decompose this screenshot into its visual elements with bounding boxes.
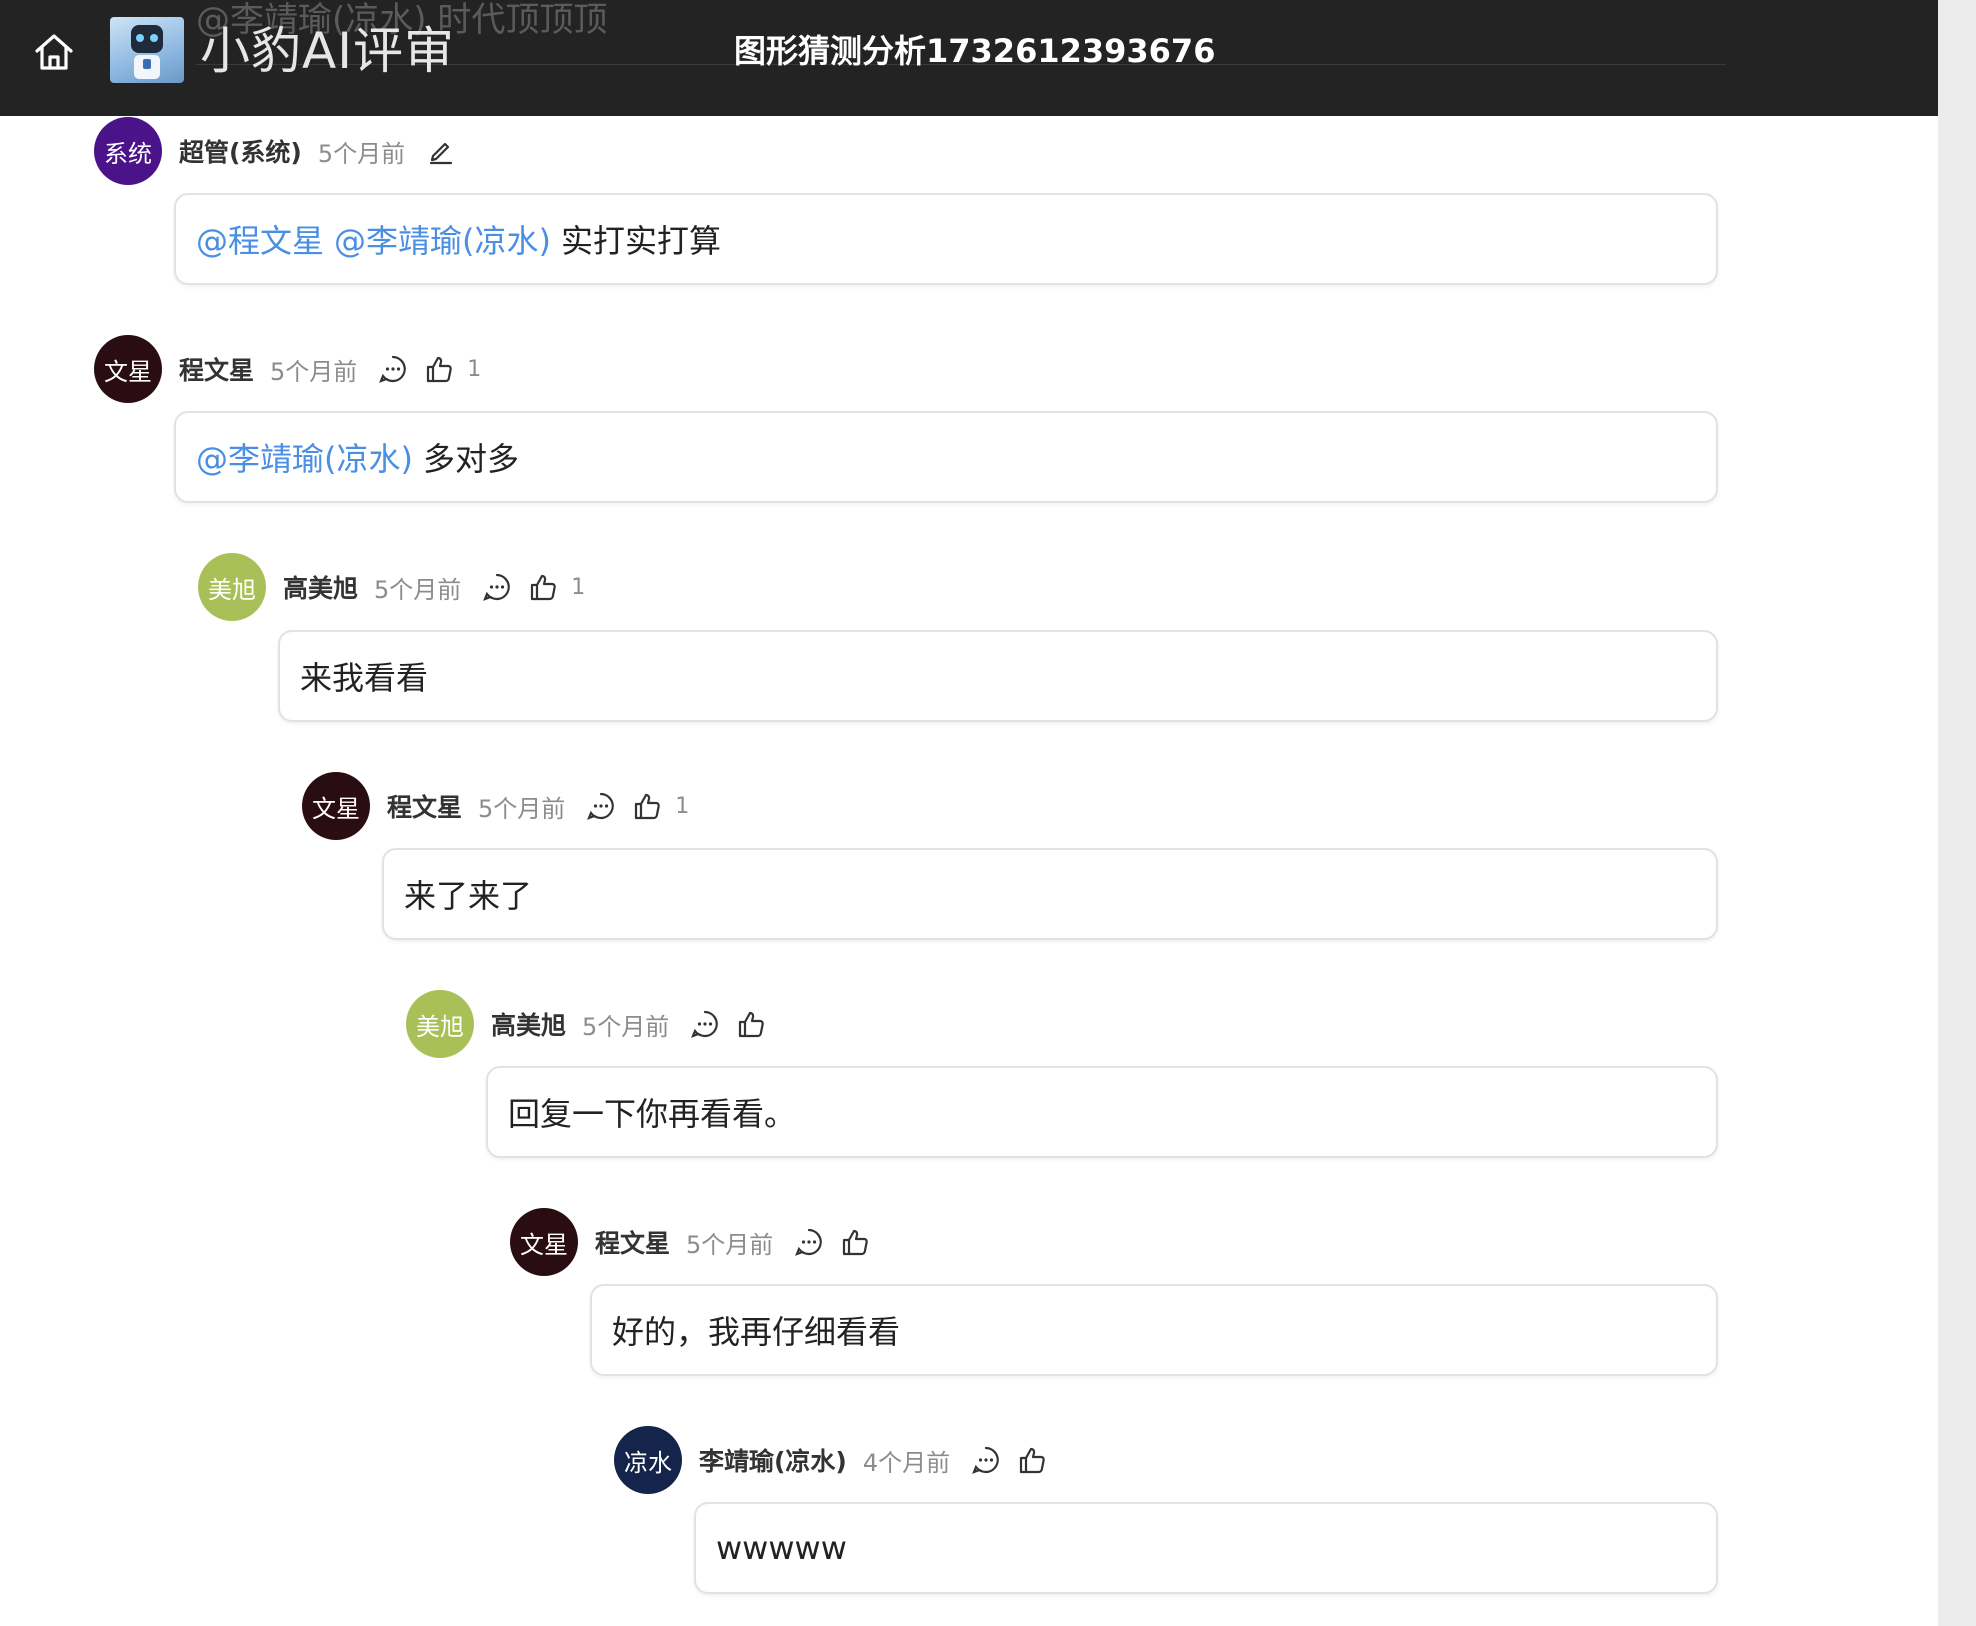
comment-text: 多对多 — [422, 440, 519, 478]
comment-time: 5个月前 — [582, 1012, 670, 1041]
app-logo-title: 小豹AI评审 — [200, 22, 455, 80]
comment-author[interactable]: 程文星 — [179, 351, 254, 387]
comment-time: 4个月前 — [862, 1448, 951, 1477]
avatar[interactable]: 文星 — [510, 1208, 578, 1276]
comment-header: 文星 程文星 5个月前 — [510, 1208, 871, 1276]
comment-header: 文星 程文星 5个月前 1 — [94, 335, 481, 403]
comment-header: 美旭 高美旭 5个月前 — [406, 990, 767, 1058]
reply-button[interactable] — [377, 353, 409, 385]
comment-body: wwwww — [694, 1502, 1718, 1594]
thumbs-up-icon — [739, 1011, 765, 1038]
like-button[interactable] — [1016, 1444, 1048, 1476]
like-count: 1 — [467, 356, 482, 382]
like-count: 1 — [571, 574, 586, 600]
home-icon — [35, 34, 73, 70]
comment-header: 凉水 李靖瑜(凉水) 4个月前 — [614, 1426, 1048, 1494]
comment-time: 5个月前 — [478, 794, 566, 823]
avatar[interactable]: 文星 — [302, 772, 370, 840]
comment-thread-page: @李靖瑜(凉水) 时代顶顶顶 小豹AI评审 图形猜测分析173261239367… — [0, 0, 1976, 1626]
mention-link[interactable]: @李靖瑜(凉水) — [334, 216, 551, 262]
thumbs-up-icon — [427, 356, 453, 383]
comment-bubble-icon — [795, 1228, 823, 1256]
reply-button[interactable] — [481, 571, 513, 603]
reply-button[interactable] — [585, 790, 617, 822]
comment-body: 好的，我再仔细看看 — [590, 1284, 1718, 1376]
comment-header: 美旭 高美旭 5个月前 1 — [198, 553, 585, 621]
comment-body: 来了来了 — [382, 848, 1718, 940]
comment-bubble-icon — [972, 1446, 999, 1474]
comment-bubble-icon — [379, 355, 407, 383]
comment-body: 回复一下你再看看。 — [486, 1066, 1718, 1158]
thumbs-up-icon — [635, 793, 661, 820]
like-button[interactable] — [527, 571, 559, 603]
comment-text: 好的，我再仔细看看 — [612, 1313, 901, 1351]
comment-author[interactable]: 高美旭 — [283, 569, 358, 605]
like-count: 1 — [675, 793, 690, 819]
comment-header: 系统 超管(系统) 5个月前 — [94, 117, 457, 185]
like-button[interactable] — [631, 790, 663, 822]
comment-author[interactable]: 高美旭 — [491, 1006, 566, 1042]
avatar[interactable]: 美旭 — [198, 553, 266, 621]
edit-button[interactable] — [425, 135, 457, 167]
avatar[interactable]: 系统 — [94, 117, 162, 185]
comment-header: 文星 程文星 5个月前 1 — [302, 772, 689, 840]
reply-button[interactable] — [970, 1444, 1002, 1476]
like-button[interactable] — [423, 353, 455, 385]
comment-text: 实打实打算 — [561, 222, 722, 260]
mention-link[interactable]: @李靖瑜(凉水) — [196, 434, 413, 480]
comment-text: wwwww — [716, 1529, 847, 1567]
comment-text: 回复一下你再看看。 — [508, 1095, 797, 1133]
avatar[interactable]: 美旭 — [406, 990, 474, 1058]
edit-pencil-icon — [430, 142, 453, 165]
avatar[interactable]: 凉水 — [614, 1426, 682, 1494]
comment-author[interactable]: 程文星 — [387, 788, 462, 824]
comment-text: 来我看看 — [300, 659, 429, 697]
page-title: 图形猜测分析1732612393676 — [734, 32, 1216, 70]
comment-text: 来了来了 — [404, 877, 533, 915]
thumbs-up-icon — [843, 1229, 869, 1256]
comment-author[interactable]: 程文星 — [595, 1224, 670, 1260]
home-button[interactable] — [28, 26, 80, 78]
comment-author[interactable]: 李靖瑜(凉水) — [699, 1442, 847, 1478]
comment-author[interactable]: 超管(系统) — [179, 133, 302, 169]
reply-button[interactable] — [689, 1008, 721, 1040]
avatar[interactable]: 文星 — [94, 335, 162, 403]
comment-bubble-icon — [587, 792, 615, 820]
vertical-scrollbar[interactable] — [1938, 0, 1976, 1626]
comment-bubble-icon — [691, 1010, 719, 1038]
comment-body: @程文星 @李靖瑜(凉水) 实打实打算 — [174, 193, 1718, 285]
like-button[interactable] — [735, 1008, 767, 1040]
thumbs-up-icon — [531, 574, 557, 601]
like-button[interactable] — [839, 1226, 871, 1258]
comment-time: 5个月前 — [317, 139, 406, 168]
comment-body: @李靖瑜(凉水) 多对多 — [174, 411, 1718, 503]
comment-bubble-icon — [483, 573, 511, 601]
comment-time: 5个月前 — [374, 575, 462, 604]
comment-time: 5个月前 — [686, 1230, 774, 1259]
reply-button[interactable] — [793, 1226, 825, 1258]
thumbs-up-icon — [1020, 1447, 1045, 1474]
top-header-bar: @李靖瑜(凉水) 时代顶顶顶 小豹AI评审 图形猜测分析173261239367… — [0, 0, 1938, 116]
mention-link[interactable]: @程文星 — [196, 216, 324, 262]
comment-body: 来我看看 — [278, 630, 1718, 722]
comment-time: 5个月前 — [270, 357, 358, 386]
logo-robot-image — [110, 17, 184, 83]
